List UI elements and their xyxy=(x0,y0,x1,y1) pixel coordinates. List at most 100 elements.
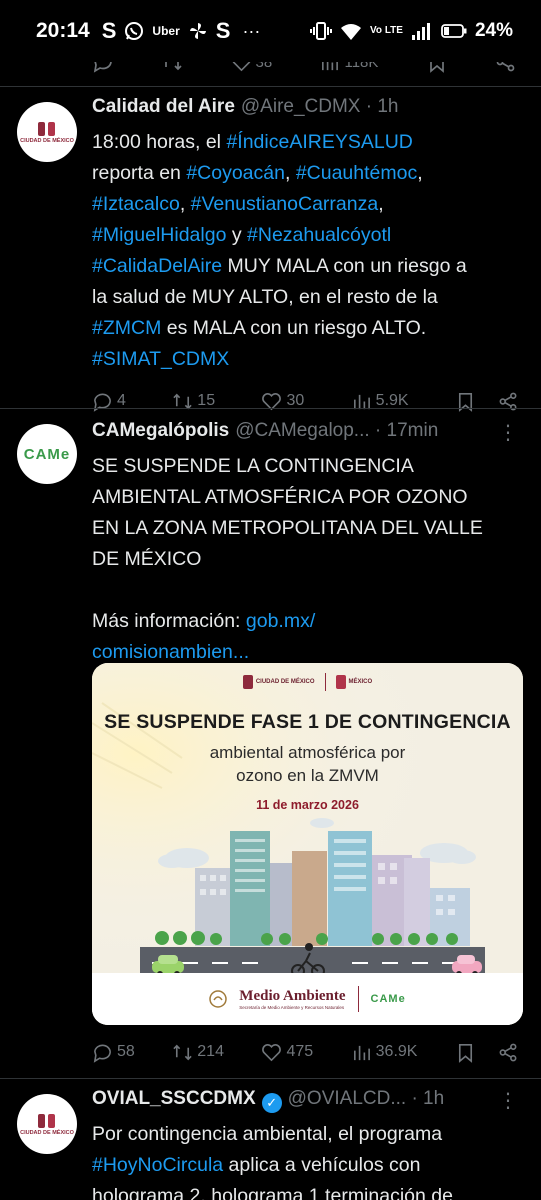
author-name[interactable]: OVIAL_SSCCDMX xyxy=(92,1088,256,1110)
battery-icon xyxy=(441,24,467,38)
tweet-line: #HoyNoCircula aplica a vehículos con xyxy=(92,1150,519,1181)
card-subtitle-line-2: ozono en la ZMVM xyxy=(236,766,379,785)
bookmark-icon xyxy=(458,1043,472,1063)
tweet-line: #ZMCM es MALA con un riesgo ALTO. xyxy=(92,313,519,344)
tweet-actions: 58 214 475 36.9K xyxy=(92,1040,519,1064)
avatar[interactable]: CIUDAD DE MÉXICO xyxy=(17,1094,77,1154)
hashtag-link[interactable]: #ZMCM xyxy=(92,317,161,339)
reply-button[interactable]: 58 xyxy=(92,1042,135,1063)
avatar-label: CAMe xyxy=(23,445,71,463)
avatar-label: CIUDAD DE MÉXICO xyxy=(20,1130,74,1136)
tweet-text-segment: la salud de MUY ALTO, en el resto de la xyxy=(92,286,438,308)
tweet-text-segment: aplica a vehículos con xyxy=(223,1154,421,1176)
tweet-camegalopolis[interactable]: CAMe CAMegalópolis @CAMegalop... · 17min… xyxy=(0,420,541,668)
tweet-text-segment: SE SUSPENDE LA CONTINGENCIA xyxy=(92,455,414,477)
hashtag-link[interactable]: #Iztacalco xyxy=(92,193,180,215)
card-title: SE SUSPENDE FASE 1 DE CONTINGENCIA xyxy=(104,711,511,733)
tweet-line: DE MÉXICO xyxy=(92,544,519,575)
tweet-card-image[interactable]: CIUDAD DE MÉXICO MÉXICO SE SUSPENDE FASE… xyxy=(92,663,523,1025)
tweet-line: #SIMAT_CDMX xyxy=(92,344,519,375)
tweet-actions: 4 15 30 5.9K xyxy=(92,389,519,413)
retweet-button[interactable]: 214 xyxy=(172,1042,224,1063)
more-options-icon[interactable]: ⋮ xyxy=(498,420,519,445)
tweet-ovial[interactable]: CIUDAD DE MÉXICO OVIAL_SSCCDMX ✓ @OVIALC… xyxy=(0,1088,541,1200)
tweet-divider xyxy=(0,86,541,87)
wifi-icon xyxy=(341,24,361,40)
card-logos: CIUDAD DE MÉXICO MÉXICO xyxy=(92,663,523,701)
tweet-text-segment: es MALA con un riesgo ALTO. xyxy=(161,317,427,339)
avatar[interactable]: CIUDAD DE MÉXICO xyxy=(17,102,77,162)
view-count: 36.9K xyxy=(375,1043,418,1060)
volte-indicator: Vo LTE xyxy=(370,25,403,36)
card-subtitle-line-1: ambiental atmosférica por xyxy=(209,743,406,762)
views-icon xyxy=(353,1045,370,1060)
s-app-icon: S xyxy=(101,18,117,43)
cdmx-logo-icon xyxy=(38,1114,55,1128)
hashtag-link[interactable]: #ÍndiceAIREYSALUD xyxy=(226,131,412,153)
hashtag-link[interactable]: #Nezahualcóyotl xyxy=(247,224,391,246)
tweet-text-segment: reporta en xyxy=(92,162,187,184)
footer-separator xyxy=(357,986,359,1012)
card-footer: Medio Ambiente Secretaría de Medio Ambie… xyxy=(92,973,523,1025)
tweet-text-segment: , xyxy=(179,193,191,215)
tweet-text-segment: holograma 2, holograma 1 terminación de xyxy=(92,1185,453,1200)
like-button[interactable]: 475 xyxy=(261,1042,313,1063)
share-icon[interactable] xyxy=(498,1042,519,1063)
hashtag-link[interactable]: comisionambien... xyxy=(92,641,249,663)
tweet-line: AMBIENTAL ATMOSFÉRICA POR OZONO xyxy=(92,482,519,513)
battery-percent: 24% xyxy=(474,20,513,41)
tweet-line: #CalidaDelAire MUY MALA con un riesgo a xyxy=(92,251,519,282)
tweet-line: Por contingencia ambiental, el programa xyxy=(92,1119,519,1150)
hashtag-link[interactable]: #VenustianoCarranza xyxy=(191,193,379,215)
bookmark-button[interactable] xyxy=(455,1042,519,1063)
tweet-line: la salud de MUY ALTO, en el resto de la xyxy=(92,282,519,313)
author-name[interactable]: Calidad del Aire xyxy=(92,96,235,118)
hashtag-link[interactable]: #CalidaDelAire xyxy=(92,255,222,277)
author-handle[interactable]: @OVIALCD... · 1h xyxy=(288,1088,445,1110)
mexico-logo: MÉXICO xyxy=(335,675,372,689)
hashtag-link[interactable]: #Cuauhtémoc xyxy=(296,162,417,184)
tweet-text-segment: Más información: xyxy=(92,610,246,632)
tweet-header: CAMegalópolis @CAMegalop... · 17min ⋮ xyxy=(92,420,519,448)
vibrate-icon xyxy=(310,22,332,40)
tweet-text-segment: EN LA ZONA METROPOLITANA DEL VALLE xyxy=(92,517,483,539)
views-button[interactable]: 36.9K xyxy=(351,1042,418,1063)
retweet-icon xyxy=(173,1044,192,1060)
tweet-text: 18:00 horas, el #ÍndiceAIREYSALUD reporta… xyxy=(92,127,519,375)
tweet-text-segment: 18:00 horas, el xyxy=(92,131,227,153)
author-handle[interactable]: @Aire_CDMX · 1h xyxy=(241,96,399,118)
tweet-line xyxy=(92,575,519,606)
more-notifications-icon: ··· xyxy=(242,20,261,41)
tweet-line: 18:00 horas, el #ÍndiceAIREYSALUD xyxy=(92,127,519,158)
tweet-text-segment: Por contingencia ambiental, el programa xyxy=(92,1123,443,1145)
reply-count: 58 xyxy=(117,1043,135,1060)
hashtag-link[interactable]: #HoyNoCircula xyxy=(92,1154,223,1176)
author-name[interactable]: CAMegalópolis xyxy=(92,420,229,442)
hashtag-link[interactable]: #Coyoacán xyxy=(186,162,285,184)
author-handle[interactable]: @CAMegalop... · 17min xyxy=(235,420,438,442)
retweet-count: 214 xyxy=(197,1043,224,1060)
verified-badge-icon: ✓ xyxy=(261,1093,282,1113)
card-subtitle: ambiental atmosférica por ozono en la ZM… xyxy=(92,741,523,787)
hashtag-link[interactable]: #MiguelHidalgo xyxy=(92,224,226,246)
tweet-line: holograma 2, holograma 1 terminación de xyxy=(92,1181,519,1200)
tweet-line: #MiguelHidalgo y #Nezahualcóyotl xyxy=(92,220,519,251)
tweet-text-segment: AMBIENTAL ATMOSFÉRICA POR OZONO xyxy=(92,486,468,508)
status-bar: 20:14 S Uber S ··· Vo LTE 24% xyxy=(0,0,541,62)
tweet-divider xyxy=(0,1078,541,1079)
tweet-calidad-del-aire[interactable]: CIUDAD DE MÉXICO Calidad del Aire @Aire_… xyxy=(0,96,541,413)
tweet-text-segment: , xyxy=(284,162,296,184)
tweet-line: #Iztacalco, #VenustianoCarranza, xyxy=(92,189,519,220)
hashtag-link[interactable]: gob.mx/ xyxy=(246,610,315,632)
tweet-text: Por contingencia ambiental, el programa #… xyxy=(92,1119,519,1200)
whatsapp-icon xyxy=(125,22,144,40)
hashtag-link[interactable]: #SIMAT_CDMX xyxy=(92,348,229,370)
tweet-text-segment: y xyxy=(226,224,248,246)
uber-icon: Uber xyxy=(152,24,180,38)
tweet-divider xyxy=(0,408,541,409)
tweet-text-segment: , xyxy=(417,162,423,184)
avatar[interactable]: CAMe xyxy=(17,424,77,484)
more-options-icon[interactable]: ⋮ xyxy=(498,1088,519,1113)
tweet-text-segment: , xyxy=(378,193,384,215)
tweet-header: Calidad del Aire @Aire_CDMX · 1h xyxy=(92,96,519,124)
